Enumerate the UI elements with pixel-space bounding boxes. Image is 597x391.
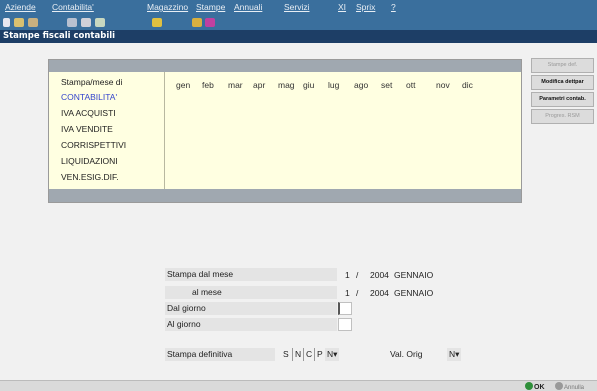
paste-icon[interactable]	[28, 18, 38, 27]
grid-footer-bar	[49, 189, 521, 202]
al-mese-name: GENNAIO	[394, 288, 434, 298]
definitiva-select[interactable]: N▾	[325, 348, 340, 361]
email-icon[interactable]	[95, 18, 105, 27]
al-giorno-label: Al giorno	[165, 318, 337, 331]
al-mese-label: al mese	[165, 286, 337, 299]
window-title-bar: Stampe fiscali contabili	[0, 30, 597, 43]
month-gen: gen	[176, 80, 191, 90]
calculator-icon[interactable]	[152, 18, 162, 27]
menu-contabilita[interactable]: Contabilita'	[52, 2, 94, 12]
al-giorno-input[interactable]	[338, 318, 352, 331]
option-p[interactable]: P	[314, 348, 323, 361]
option-c[interactable]: C	[303, 348, 312, 361]
menu-aziende[interactable]: Aziende	[5, 2, 36, 12]
print-grid: Stampa/mese di CONTABILITA' IVA ACQUISTI…	[48, 59, 522, 203]
print-icon[interactable]	[81, 18, 91, 27]
tools-icon[interactable]	[192, 18, 202, 27]
menu-help[interactable]: ?	[391, 2, 396, 12]
dal-giorno-label: Dal giorno	[165, 302, 337, 315]
grid-row-contabilita[interactable]: CONTABILITA'	[61, 92, 117, 102]
month-dic: dic	[462, 80, 473, 90]
menu-annuali[interactable]: Annuali	[234, 2, 262, 12]
month-nov: nov	[436, 80, 450, 90]
check-icon	[525, 382, 533, 390]
status-bar: OK Annulla	[0, 380, 597, 391]
grid-header-bar	[49, 60, 521, 72]
option-n[interactable]: N	[292, 348, 301, 361]
stampe-def-button[interactable]: Stampe def.	[531, 58, 594, 73]
month-giu: giu	[303, 80, 315, 90]
al-mese-month[interactable]: 1	[345, 288, 350, 298]
ok-button[interactable]: OK	[525, 382, 545, 391]
month-apr: apr	[253, 80, 266, 90]
option-s[interactable]: S	[283, 348, 289, 361]
grid-row-iva-acquisti[interactable]: IVA ACQUISTI	[61, 108, 116, 118]
edit-icon[interactable]	[67, 18, 77, 27]
month-mar: mar	[228, 80, 243, 90]
menu-bar: Aziende Contabilita' Magazzino Stampe An…	[0, 0, 597, 15]
back-icon	[555, 382, 563, 390]
grid-row-liquidazioni[interactable]: LIQUIDAZIONI	[61, 156, 118, 166]
month-feb: feb	[202, 80, 214, 90]
grid-row-iva-vendite[interactable]: IVA VENDITE	[61, 124, 113, 134]
grid-divider	[164, 72, 165, 190]
grid-row-corrispettivi[interactable]: CORRISPETTIVI	[61, 140, 126, 150]
val-orig-label: Val. Orig	[390, 349, 423, 359]
dal-giorno-input[interactable]	[338, 302, 352, 315]
grid-row-ven-esig-dif[interactable]: VEN.ESIG.DIF.	[61, 172, 119, 182]
back-button[interactable]: Annulla	[555, 382, 584, 391]
dal-mese-label: Stampa dal mese	[165, 268, 337, 281]
parametri-contab-button[interactable]: Parametri contab.	[531, 92, 594, 107]
dal-mese-month[interactable]: 1	[345, 270, 350, 280]
copy-icon[interactable]	[14, 18, 24, 27]
chevron-down-icon: ▾	[333, 349, 338, 359]
month-set: set	[381, 80, 393, 90]
window-title: Stampe fiscali contabili	[3, 31, 116, 41]
menu-xi[interactable]: XI	[338, 2, 346, 12]
back-label: Annulla	[564, 385, 585, 391]
month-mag: mag	[278, 80, 295, 90]
progres-rsm-button[interactable]: Progres. RSM	[531, 109, 594, 124]
menu-stampe[interactable]: Stampe	[196, 2, 225, 12]
al-mese-sep: /	[356, 288, 359, 298]
modifica-dettpar-button[interactable]: Modifica dettpar	[531, 75, 594, 90]
link-icon[interactable]	[205, 18, 215, 27]
menu-servizi[interactable]: Servizi	[284, 2, 310, 12]
grid-header-label: Stampa/mese di	[61, 77, 123, 87]
val-orig-select[interactable]: N▾	[447, 348, 462, 361]
cut-icon[interactable]	[3, 18, 10, 27]
al-mese-year[interactable]: 2004	[370, 288, 389, 298]
ok-label: OK	[534, 384, 545, 391]
menu-magazzino[interactable]: Magazzino	[147, 2, 188, 12]
dal-mese-sep: /	[356, 270, 359, 280]
dal-mese-year[interactable]: 2004	[370, 270, 389, 280]
stampa-definitiva-label: Stampa definitiva	[165, 348, 275, 361]
menu-sprix[interactable]: Sprix	[356, 2, 375, 12]
chevron-down-icon: ▾	[455, 349, 460, 359]
dal-mese-name: GENNAIO	[394, 270, 434, 280]
month-ott: ott	[406, 80, 416, 90]
toolbar	[0, 15, 597, 30]
month-ago: ago	[354, 80, 369, 90]
month-lug: lug	[328, 80, 340, 90]
